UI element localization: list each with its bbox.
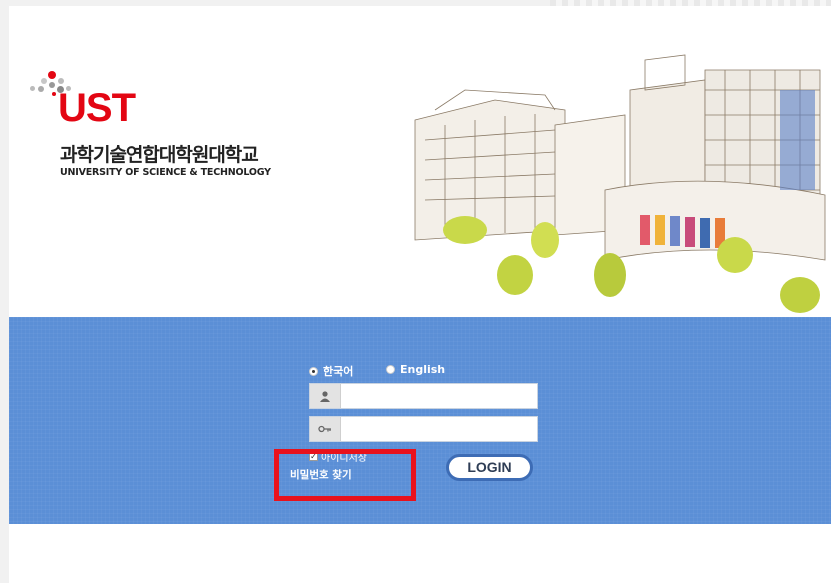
highlight-box (274, 449, 416, 501)
password-field[interactable] (309, 416, 538, 442)
language-label-korean: 한국어 (323, 365, 354, 378)
radio-english[interactable] (386, 365, 395, 374)
user-icon (310, 384, 341, 408)
language-option-english[interactable]: English (386, 363, 445, 376)
university-english-name: UNIVERSITY OF SCIENCE & TECHNOLOGY (60, 167, 271, 178)
university-korean-name: 과학기술연합대학원대학교 (60, 144, 259, 166)
login-button[interactable]: LOGIN (446, 454, 533, 481)
logo-wordmark: UST (58, 86, 136, 130)
password-input[interactable] (341, 417, 537, 441)
key-icon (310, 417, 341, 441)
username-input[interactable] (341, 384, 537, 408)
radio-korean[interactable] (309, 366, 318, 376)
language-label-english: English (400, 363, 446, 376)
language-option-korean[interactable]: 한국어 (309, 363, 353, 379)
campus-illustration (414, 54, 826, 313)
username-field[interactable] (309, 383, 538, 409)
